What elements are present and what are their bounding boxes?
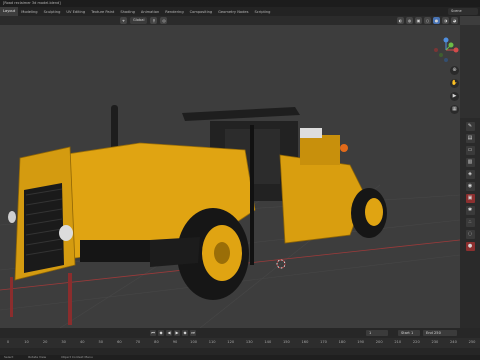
tab-scripting[interactable]: Scripting xyxy=(251,10,273,14)
view-layer-icon[interactable]: ▥ xyxy=(465,158,475,167)
ruler-tick-label: 250 xyxy=(468,340,476,344)
ruler-tick-label: 10 xyxy=(24,340,29,344)
xray-icon[interactable]: ▣ xyxy=(415,17,422,24)
status-select: Select xyxy=(4,355,14,359)
ruler-tick-label: 140 xyxy=(264,340,272,344)
tab-texture-paint[interactable]: Texture Paint xyxy=(88,10,117,14)
solid-shading-icon[interactable]: ● xyxy=(433,17,440,24)
ruler-tick-label: 200 xyxy=(375,340,383,344)
prev-keyframe-icon[interactable]: ◆ xyxy=(158,330,164,336)
scene-selector[interactable]: Scene xyxy=(448,8,478,15)
tab-sculpting[interactable]: Sculpting xyxy=(41,10,64,14)
playback-controls: ⏮ ◆ ◀ ▶ ◆ ⏭ xyxy=(150,330,196,336)
navigation-gizmo[interactable] xyxy=(432,36,460,64)
properties-tab-strip: ✎ ▤ ▭ ▥ ◈ ◉ ▣ ✱ ∴ ◌ ● xyxy=(460,118,480,328)
ruler-tick-label: 100 xyxy=(190,340,198,344)
road-reclaimer-model[interactable] xyxy=(8,105,387,325)
end-frame-field[interactable]: End 250 xyxy=(423,330,457,336)
tab-modeling[interactable]: Modeling xyxy=(18,10,40,14)
ruler-tick-label: 50 xyxy=(98,340,104,344)
timeline-track-area[interactable] xyxy=(0,348,480,355)
start-frame-field[interactable]: Start 1 xyxy=(398,330,420,336)
ruler-tick-label: 30 xyxy=(61,340,66,344)
workspace-tabs: Layout Modeling Sculpting UV Editing Tex… xyxy=(0,7,480,16)
start-frame-value: 1 xyxy=(410,331,414,335)
output-properties-icon[interactable]: ▭ xyxy=(465,146,475,155)
viewport-scene xyxy=(0,105,460,328)
sidebar-collapsed-area xyxy=(460,25,480,118)
end-frame-value: 250 xyxy=(434,331,441,335)
tab-shading[interactable]: Shading xyxy=(117,10,138,14)
pan-hand-icon[interactable]: ✋ xyxy=(450,79,459,88)
ruler-tick-label: 190 xyxy=(357,340,365,344)
navigation-buttons: ⊕ ✋ ▶ ▦ xyxy=(450,66,459,114)
ruler-tick-label: 210 xyxy=(394,340,402,344)
material-shading-icon[interactable]: ◑ xyxy=(442,17,449,24)
ruler-tick-label: 20 xyxy=(42,340,48,344)
scene-properties-icon[interactable]: ◈ xyxy=(465,170,475,179)
ruler-tick-label: 180 xyxy=(338,340,346,344)
ruler-tick-label: 160 xyxy=(301,340,309,344)
ruler-tick-label: 130 xyxy=(245,340,253,344)
overlays-icon[interactable]: ◍ xyxy=(406,17,413,24)
window-title: [Road reclaimer 3d model.blend] xyxy=(0,0,480,7)
modifier-properties-icon[interactable]: ✱ xyxy=(465,206,475,215)
visibility-icon[interactable]: ◐ xyxy=(397,17,404,24)
ruler-tick-label: 240 xyxy=(450,340,457,344)
ruler-tick-label: 60 xyxy=(117,340,122,344)
grid-perspective-icon[interactable]: ▦ xyxy=(450,105,459,114)
tool-properties-icon[interactable]: ✎ xyxy=(465,122,475,131)
next-keyframe-icon[interactable]: ◆ xyxy=(182,330,188,336)
ruler-tick-label: 170 xyxy=(320,340,327,344)
3d-viewport[interactable] xyxy=(0,25,460,328)
tab-layout[interactable]: Layout xyxy=(0,7,19,16)
jump-start-icon[interactable]: ⏮ xyxy=(150,330,156,336)
transform-pivot-icon[interactable]: ⌖ xyxy=(120,17,127,24)
status-bar: Select Rotate View Object Context Menu xyxy=(0,355,480,360)
ruler-tick-label: 70 xyxy=(135,340,141,344)
end-frame-label: End xyxy=(426,331,433,335)
ruler-tick-label: 90 xyxy=(172,340,178,344)
tab-rendering[interactable]: Rendering xyxy=(162,10,186,14)
current-frame-field[interactable]: 1 xyxy=(366,330,388,336)
play-icon[interactable]: ▶ xyxy=(174,330,180,336)
status-rotate: Rotate View xyxy=(28,355,47,359)
jump-end-icon[interactable]: ⏭ xyxy=(190,330,196,336)
status-context: Object Context Menu xyxy=(61,355,93,359)
zoom-icon[interactable]: ⊕ xyxy=(450,66,459,75)
ruler-tick-label: 80 xyxy=(154,340,159,344)
rendered-shading-icon[interactable]: ◕ xyxy=(451,17,458,24)
camera-view-icon[interactable]: ▶ xyxy=(450,92,459,101)
viewport-header: ⌖ Global ⚲ ◎ xyxy=(0,16,460,25)
tab-animation[interactable]: Animation xyxy=(138,10,162,14)
material-properties-icon[interactable]: ● xyxy=(465,242,475,251)
world-properties-icon[interactable]: ◉ xyxy=(465,182,475,191)
tab-uv-editing[interactable]: UV Editing xyxy=(63,10,88,14)
ruler-tick-label: 110 xyxy=(208,340,216,344)
viewport-shading-group: ◐ ◍ ▣ ○ ● ◑ ◕ xyxy=(397,17,458,24)
physics-icon[interactable]: ◌ xyxy=(465,230,475,239)
start-frame-label: Start xyxy=(401,331,410,335)
tab-geometry-nodes[interactable]: Geometry Nodes xyxy=(215,10,251,14)
snap-icon[interactable]: ⚲ xyxy=(150,17,158,24)
proportional-edit-icon[interactable]: ◎ xyxy=(160,17,168,24)
ruler-tick-label: 220 xyxy=(412,340,420,344)
ruler-tick-label: 0 xyxy=(6,340,10,344)
ruler-tick-label: 40 xyxy=(79,340,85,344)
play-reverse-icon[interactable]: ◀ xyxy=(166,330,172,336)
ruler-tick-label: 150 xyxy=(282,340,290,344)
particles-icon[interactable]: ∴ xyxy=(465,218,475,227)
tab-compositing[interactable]: Compositing xyxy=(187,10,216,14)
wireframe-shading-icon[interactable]: ○ xyxy=(424,17,431,24)
render-properties-icon[interactable]: ▤ xyxy=(465,134,475,143)
timeline-ruler[interactable]: 0 10 20 30 40 50 60 70 80 90 100 110 120 130 140 150 160… xyxy=(0,338,480,348)
ruler-tick-label: 230 xyxy=(431,340,439,344)
ruler-tick-label: 120 xyxy=(227,340,235,344)
transform-orientation-dropdown[interactable]: Global xyxy=(130,17,148,24)
object-properties-icon[interactable]: ▣ xyxy=(465,194,475,203)
